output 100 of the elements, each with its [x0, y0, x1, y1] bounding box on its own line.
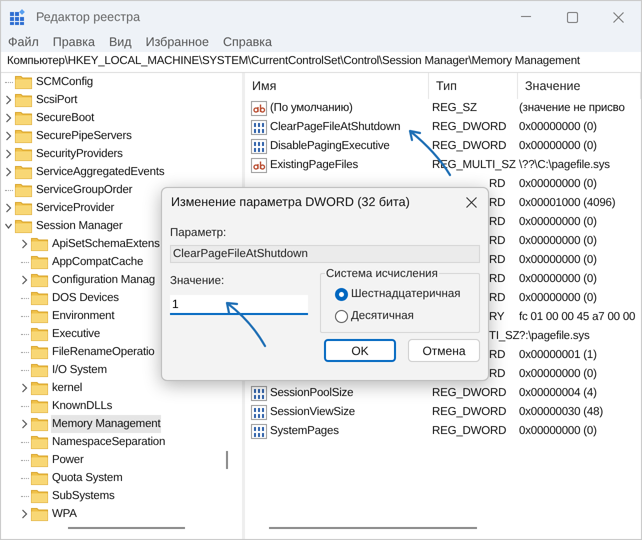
menu-item[interactable]: Файл: [8, 33, 39, 52]
cancel-button[interactable]: Отмена: [408, 339, 480, 362]
annotation-arrow: [223, 299, 269, 349]
tree-item[interactable]: ServiceGroupOrder: [35, 181, 134, 199]
horizontal-scrollbar[interactable]: [68, 527, 185, 529]
tree-item[interactable]: DOS Devices: [51, 289, 120, 307]
value-type: RD: [489, 176, 506, 192]
value-type: RD: [489, 214, 506, 230]
chevron-down-icon[interactable]: [5, 221, 12, 231]
folder-icon: [15, 201, 32, 215]
value-type: REG_DWORD: [432, 140, 506, 152]
string-value-icon: [251, 101, 267, 116]
value-name[interactable]: ClearPageFileAtShutdown: [270, 118, 400, 136]
folder-icon: [31, 363, 48, 377]
menu-item[interactable]: Справка: [222, 33, 272, 52]
tree-item[interactable]: SCMConfig: [35, 73, 94, 91]
value-data: \??\C:\pagefile.sys: [519, 158, 610, 171]
value-name[interactable]: ExistingPageFiles: [270, 156, 358, 174]
tree-item[interactable]: ServiceProvider: [35, 199, 116, 217]
tree-item[interactable]: FileRenameOperatio: [51, 343, 156, 361]
vertical-scrollbar[interactable]: [226, 451, 228, 469]
value-name[interactable]: SystemPages: [270, 422, 339, 440]
tree-item[interactable]: Environment: [51, 307, 116, 325]
folder-icon: [15, 75, 32, 89]
tree-item[interactable]: SecurePipeServers: [35, 127, 133, 145]
tree-item[interactable]: SubSystems: [51, 487, 116, 505]
tree-item[interactable]: WPA: [51, 505, 78, 523]
column-header[interactable]: Значение: [518, 73, 641, 99]
binary-value-icon: [251, 139, 267, 154]
value-data: 0x00001000 (4096): [519, 196, 616, 209]
radio-button[interactable]: [335, 288, 348, 302]
menu-item[interactable]: Избранное: [146, 33, 209, 52]
tree-item[interactable]: NamespaceSeparation: [51, 433, 166, 451]
value-data: 0x00000004 (4): [519, 386, 597, 399]
binary-value-icon: [251, 424, 267, 439]
value-data: (значение не присво: [519, 102, 625, 114]
folder-icon: [31, 507, 48, 521]
menu-item[interactable]: Правка: [52, 33, 95, 52]
column-header[interactable]: Тип: [429, 73, 518, 99]
folder-icon: [15, 129, 32, 143]
radio-label[interactable]: Шестнадцатеричная: [351, 286, 460, 304]
folder-icon: [31, 237, 48, 251]
tree-item[interactable]: Session Manager: [35, 217, 124, 235]
value-name[interactable]: SessionViewSize: [270, 404, 356, 422]
menu-item[interactable]: Вид: [108, 33, 132, 52]
value-type: RD: [489, 272, 506, 287]
tree-item[interactable]: KnownDLLs: [51, 397, 114, 415]
tree-item[interactable]: Configuration Manag: [51, 271, 156, 289]
chevron-right-icon[interactable]: [21, 509, 28, 519]
value-name[interactable]: (По умолчанию): [270, 100, 353, 118]
value-type: RY: [489, 310, 504, 325]
tree-item[interactable]: ApiSetSchemaExtens: [51, 235, 161, 253]
string-value-icon: [251, 158, 267, 173]
tree-item[interactable]: Memory Management: [51, 415, 162, 433]
folder-icon: [15, 183, 32, 197]
folder-icon: [31, 309, 48, 323]
close-icon[interactable]: [466, 196, 477, 208]
tree-item[interactable]: kernel: [51, 379, 84, 397]
chevron-right-icon[interactable]: [21, 239, 28, 249]
radio-button[interactable]: [335, 310, 348, 323]
value-field[interactable]: 1: [170, 294, 308, 314]
folder-icon: [31, 417, 48, 431]
value-data: fc 01 00 00 45 a7 00 00: [519, 310, 636, 323]
value-type: REG_DWORD: [432, 406, 506, 418]
tree-item[interactable]: Quota System: [51, 469, 124, 487]
tree-item[interactable]: Power: [51, 451, 85, 469]
tree-item[interactable]: ScsiPort: [35, 91, 78, 109]
tree-item[interactable]: AppCompatCache: [51, 253, 144, 271]
field-label: Значение:: [170, 274, 226, 290]
ok-button[interactable]: OK: [324, 339, 396, 362]
folder-icon: [15, 165, 32, 179]
binary-value-icon: [251, 405, 267, 420]
value-type: REG_DWORD: [432, 424, 506, 437]
value-type: RD: [489, 366, 506, 382]
close-icon: [612, 12, 624, 22]
tree-item[interactable]: I/O System: [51, 361, 108, 379]
horizontal-scrollbar[interactable]: [269, 527, 477, 529]
tree-item[interactable]: Executive: [51, 325, 102, 343]
value-name[interactable]: SessionPoolSize: [270, 384, 354, 402]
folder-icon: [31, 291, 48, 305]
tree-item[interactable]: SecurityProviders: [35, 145, 124, 163]
binary-value-icon: [251, 120, 267, 135]
value-type: RD: [489, 348, 506, 363]
tree-item[interactable]: ServiceAggregatedEvents: [35, 163, 166, 181]
column-header[interactable]: Имя: [245, 73, 429, 99]
tree-item[interactable]: SecureBoot: [35, 109, 96, 127]
chevron-right-icon[interactable]: [21, 275, 28, 285]
field-label: Параметр:: [170, 226, 228, 241]
value-data: 0x00000000 (0): [519, 424, 597, 437]
radio-label[interactable]: Десятичная: [351, 308, 414, 325]
parameter-field: ClearPageFileAtShutdown: [170, 245, 480, 264]
chevron-right-icon[interactable]: [5, 203, 12, 213]
value-type: REG_SZ: [432, 102, 477, 114]
value-name[interactable]: DisablePagingExecutive: [270, 138, 390, 156]
chevron-right-icon[interactable]: [21, 419, 28, 429]
folder-icon: [31, 471, 48, 485]
address-bar[interactable]: Компьютер\HKEY_LOCAL_MACHINE\SYSTEM\CurrentControlSet\Control\Session Manager\Memory Management: [1, 52, 641, 73]
value-data: 0x00000000 (0): [519, 254, 597, 266]
chevron-right-icon[interactable]: [21, 383, 28, 393]
maximize-icon: [566, 12, 578, 22]
